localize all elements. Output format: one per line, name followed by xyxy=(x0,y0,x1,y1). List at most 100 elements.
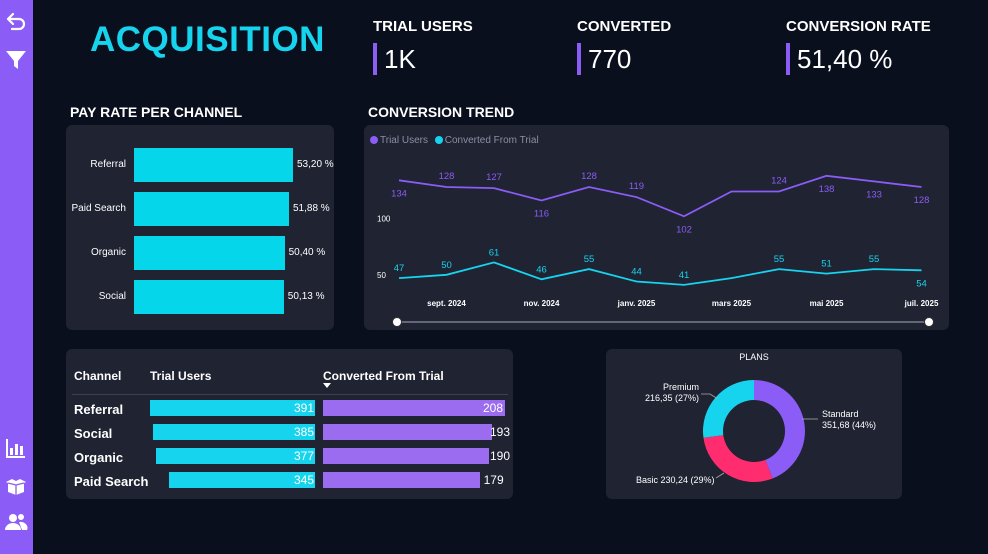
channel-table-card: Channel Trial Users Converted From Trial… xyxy=(66,349,513,499)
pay-rate-bar[interactable] xyxy=(134,236,285,270)
data-label: 55 xyxy=(774,254,785,265)
users-icon[interactable] xyxy=(4,510,28,534)
trend-title: CONVERSION TREND xyxy=(368,104,515,120)
converted-value: 190 xyxy=(490,449,511,463)
premium-name: Premium xyxy=(662,382,699,392)
table-row[interactable]: Social 385 193 xyxy=(66,424,513,442)
pay-rate-label: Social xyxy=(98,291,126,302)
data-label: 44 xyxy=(631,267,642,278)
trial-users-value: 377 xyxy=(293,449,314,463)
kpi-value: 51,40 % xyxy=(786,43,931,75)
series-line-0[interactable] xyxy=(398,174,922,218)
header-divider xyxy=(72,394,508,395)
data-label: 102 xyxy=(676,224,692,235)
x-tick-label: janv. 2025 xyxy=(617,299,656,308)
x-tick-label: mai 2025 xyxy=(810,299,844,308)
data-label: 133 xyxy=(866,189,882,200)
range-slider-end-handle[interactable] xyxy=(924,317,934,327)
col-header-channel[interactable]: Channel xyxy=(74,369,121,383)
table-row[interactable]: Referral 391 208 xyxy=(66,400,513,418)
x-tick-label: nov. 2024 xyxy=(524,299,560,308)
series-line-1[interactable] xyxy=(398,261,922,286)
pay-rate-bar[interactable] xyxy=(134,280,284,314)
converted-bar xyxy=(323,424,492,440)
data-label: 51 xyxy=(821,259,832,270)
data-label: 116 xyxy=(534,209,549,220)
premium-label: Premium 216,35 (27%) xyxy=(644,382,699,404)
sort-down-icon[interactable] xyxy=(323,383,331,388)
bar-chart-icon[interactable] xyxy=(4,436,28,460)
pay-rate-label: Organic xyxy=(90,247,126,258)
kpi-value: 770 xyxy=(577,43,671,75)
pay-rate-bar[interactable] xyxy=(134,148,293,182)
data-label: 55 xyxy=(584,254,595,265)
kpi-trial-users: TRIAL USERS 1K xyxy=(373,18,473,75)
converted-value: 193 xyxy=(490,425,511,439)
plans-card: PLANS Premium 216,35 (27%) Standard 351,… xyxy=(606,349,902,499)
data-label: 41 xyxy=(679,270,690,281)
converted-bar xyxy=(323,448,490,464)
range-slider-start-handle[interactable] xyxy=(392,317,402,327)
standard-label: Standard 351,68 (44%) xyxy=(822,409,876,431)
table-row[interactable]: Organic 377 190 xyxy=(66,448,513,466)
channel-name: Social xyxy=(74,426,113,441)
pay-rate-card: Referral 53,20 % Paid Search 51,88 % Organic… xyxy=(66,125,334,330)
page-title: ACQUISITION xyxy=(90,20,325,59)
pay-rate-row: Referral 53,20 % xyxy=(66,148,334,182)
converted-value: 208 xyxy=(483,401,504,415)
sidebar xyxy=(0,0,33,554)
kpi-label: CONVERTED xyxy=(577,18,672,35)
kpi-label: CONVERSION RATE xyxy=(786,18,931,35)
data-label: 50 xyxy=(441,260,452,271)
channel-name: Organic xyxy=(74,450,124,465)
pay-rate-label: Referral xyxy=(90,159,126,170)
trial-users-value: 391 xyxy=(293,401,314,415)
data-label: 55 xyxy=(869,254,880,265)
y-tick-label: 100 xyxy=(377,215,391,224)
trial-users-value: 385 xyxy=(293,425,314,439)
data-label: 134 xyxy=(391,188,407,199)
data-label: 128 xyxy=(914,195,930,206)
pay-rate-row: Paid Search 51,88 % xyxy=(66,192,334,226)
converted-bar xyxy=(323,400,505,416)
pay-rate-bar[interactable] xyxy=(134,192,289,226)
x-tick-label: mars 2025 xyxy=(712,299,752,308)
table-row[interactable]: Paid Search 345 179 xyxy=(66,472,513,490)
basic-label: Basic 230,24 (29%) xyxy=(636,475,715,485)
kpi-label: TRIAL USERS xyxy=(373,18,473,35)
kpi-conversion-rate: CONVERSION RATE 51,40 % xyxy=(786,18,931,75)
data-label: 119 xyxy=(629,181,644,192)
premium-value: 216,35 (27%) xyxy=(644,393,699,403)
data-label: 47 xyxy=(394,263,405,274)
data-label: 61 xyxy=(489,247,500,258)
x-tick-label: juil. 2025 xyxy=(904,299,939,308)
converted-value: 179 xyxy=(483,473,504,487)
converted-bar xyxy=(323,472,480,488)
pay-rate-value: 53,20 % xyxy=(297,159,334,170)
leader-basic xyxy=(715,472,725,479)
y-tick-label: 50 xyxy=(377,271,386,280)
data-label: 54 xyxy=(916,278,927,289)
pay-rate-value: 51,88 % xyxy=(293,203,330,214)
pay-rate-title: PAY RATE PER CHANNEL xyxy=(70,104,243,120)
donut-slice-premium[interactable] xyxy=(703,380,754,438)
pay-rate-row: Social 50,13 % xyxy=(66,280,334,314)
pay-rate-value: 50,13 % xyxy=(287,291,325,302)
boxes-icon[interactable] xyxy=(4,474,28,498)
pay-rate-label: Paid Search xyxy=(71,203,126,214)
standard-name: Standard xyxy=(822,409,859,419)
data-label: 124 xyxy=(771,176,787,187)
x-tick-label: sept. 2024 xyxy=(427,299,466,308)
standard-value: 351,68 (44%) xyxy=(822,420,877,430)
data-label: 128 xyxy=(439,171,455,182)
data-label: 128 xyxy=(581,171,597,182)
pay-rate-row: Organic 50,40 % xyxy=(66,236,334,270)
data-label: 138 xyxy=(819,184,835,195)
channel-name: Paid Search xyxy=(74,474,149,489)
col-header-converted[interactable]: Converted From Trial xyxy=(323,369,444,383)
pay-rate-value: 50,40 % xyxy=(288,247,326,258)
filter-icon[interactable] xyxy=(4,48,28,72)
data-label: 127 xyxy=(486,172,502,183)
col-header-trial[interactable]: Trial Users xyxy=(150,369,211,383)
back-arrow-icon[interactable] xyxy=(4,10,28,34)
